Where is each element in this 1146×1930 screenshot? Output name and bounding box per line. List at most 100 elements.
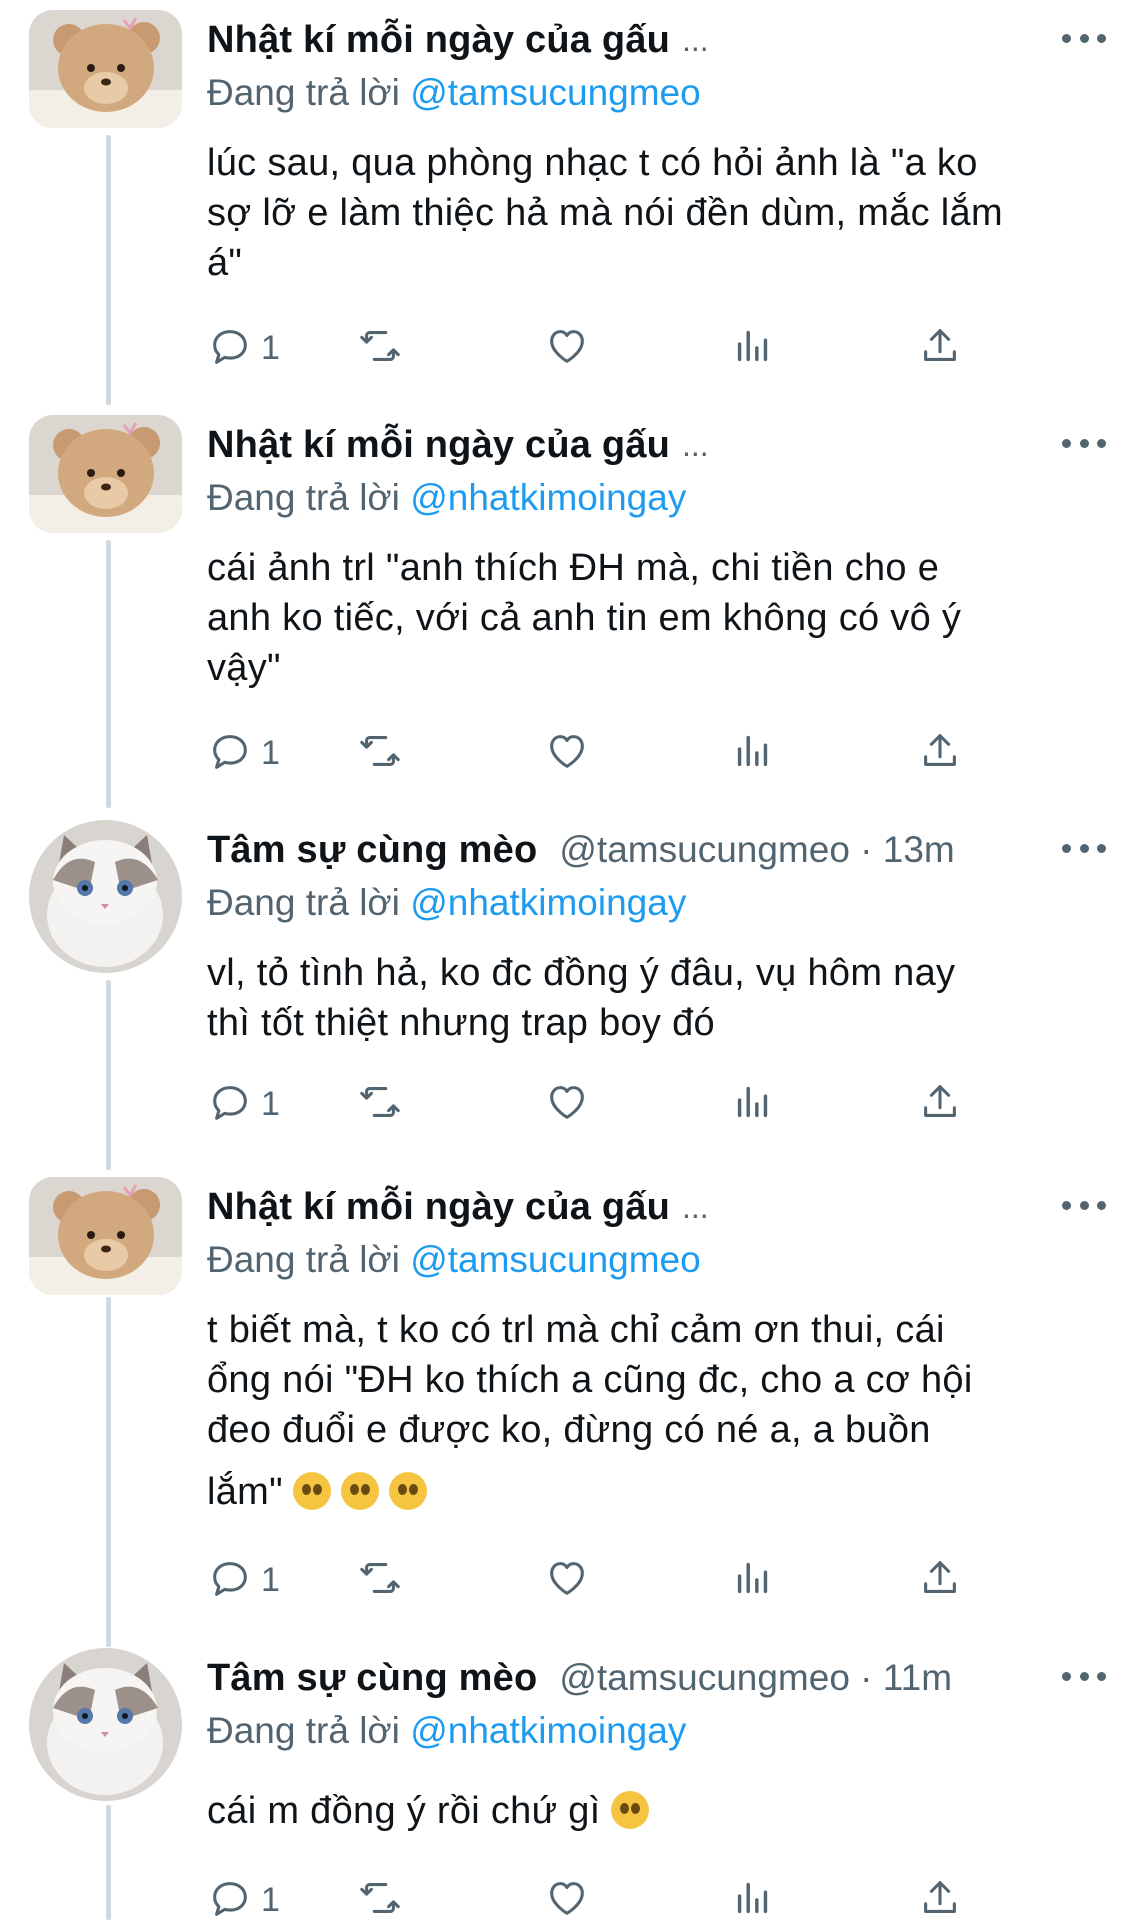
tweet-text: lúc sau, qua phòng nhạc t có hỏi ảnh là … [207,138,1107,288]
text-line: cái ảnh trl "anh thích ĐH mà, chi tiền c… [207,547,940,589]
retweet-button[interactable] [357,318,403,378]
analytics-icon [730,728,776,779]
text-line: thì tốt thiệt nhưng trap boy đó [207,1002,715,1044]
analytics-icon [730,323,776,374]
share-icon [917,1875,963,1926]
mention-link[interactable]: @nhatkimoingay [410,1710,686,1751]
replying-to: Đang trả lời @tamsucungmeo [207,72,701,114]
analytics-button[interactable] [730,1870,776,1930]
retweet-icon [357,1555,403,1606]
text-line-with-emoji: lắm" [207,1467,1107,1517]
retweet-button[interactable] [357,1870,403,1930]
replying-to: Đang trả lời @nhatkimoingay [207,477,686,519]
tweet-header: Nhật kí mỗi ngày của gấu ... [207,419,1106,471]
pleading-face-emoji [388,1472,427,1510]
analytics-button[interactable] [730,1074,776,1134]
more-options-icon[interactable] [1062,842,1106,854]
text-line: ổng nói "ĐH ko thích a cũng đc, cho a cơ… [207,1359,973,1401]
reply-icon [207,1555,253,1606]
display-name[interactable]: Tâm sự cùng mèo [207,829,537,872]
reply-count: 1 [261,1560,280,1599]
share-button[interactable] [917,1870,963,1930]
tweet-header: Tâm sự cùng mèo @tamsucungmeo · 13m [207,824,1106,876]
analytics-button[interactable] [730,318,776,378]
more-options-icon[interactable] [1062,1670,1106,1682]
replying-to-label: Đang trả lời [207,477,400,518]
reply-icon [207,1875,253,1926]
like-icon [544,323,590,374]
more-options-icon[interactable] [1062,437,1106,449]
share-button[interactable] [917,723,963,783]
handle-and-time[interactable]: @tamsucungmeo · 13m [559,829,954,871]
tweet[interactable]: Nhật kí mỗi ngày của gấu ... Đang trả lờ… [0,10,1146,390]
display-name[interactable]: Nhật kí mỗi ngày của gấu [207,1186,670,1229]
text-line: á" [207,242,243,284]
tweet-text: cái ảnh trl "anh thích ĐH mà, chi tiền c… [207,543,1107,693]
reply-button[interactable]: 1 [207,318,280,378]
tweet-text: vl, tỏ tình hả, ko đc đồng ý đâu, vụ hôm… [207,948,1107,1048]
tweet[interactable]: Tâm sự cùng mèo @tamsucungmeo · 11m Đang… [0,1648,1146,1920]
like-icon [544,1875,590,1926]
like-button[interactable] [544,723,590,783]
avatar[interactable] [29,1177,182,1295]
like-button[interactable] [544,1074,590,1134]
mention-link[interactable]: @nhatkimoingay [410,882,686,923]
share-button[interactable] [917,1074,963,1134]
avatar[interactable] [29,1648,182,1801]
display-name[interactable]: Nhật kí mỗi ngày của gấu [207,424,670,467]
text-line: lắm" [207,1471,283,1513]
reply-button[interactable]: 1 [207,1550,280,1610]
share-icon [917,323,963,374]
avatar[interactable] [29,820,182,973]
share-button[interactable] [917,318,963,378]
retweet-button[interactable] [357,723,403,783]
mention-link[interactable]: @nhatkimoingay [410,477,686,518]
like-icon [544,1555,590,1606]
reply-button[interactable]: 1 [207,723,280,783]
more-options-icon[interactable] [1062,32,1106,44]
action-bar: 1 [207,318,1027,378]
analytics-button[interactable] [730,1550,776,1610]
mention-link[interactable]: @tamsucungmeo [410,1239,701,1280]
tweet-text: cái m đồng ý rồi chứ gì [207,1786,1107,1836]
handle-and-time[interactable]: @tamsucungmeo · 11m [559,1657,952,1699]
text-line-with-emoji: cái m đồng ý rồi chứ gì [207,1786,1107,1836]
mention-link[interactable]: @tamsucungmeo [410,72,701,113]
analytics-icon [730,1875,776,1926]
like-button[interactable] [544,318,590,378]
tweet[interactable]: Nhật kí mỗi ngày của gấu ... Đang trả lờ… [0,415,1146,795]
replying-to-label: Đang trả lời [207,1710,400,1751]
text-line: vl, tỏ tình hả, ko đc đồng ý đâu, vụ hôm… [207,952,956,994]
replying-to-label: Đang trả lời [207,72,400,113]
analytics-button[interactable] [730,723,776,783]
reply-count: 1 [261,733,280,772]
tweet[interactable]: Tâm sự cùng mèo @tamsucungmeo · 13m Đang… [0,820,1146,1160]
text-line: anh ko tiếc, với cả anh tin em không có … [207,597,962,639]
pleading-face-emoji [292,1472,331,1510]
reply-icon [207,1079,253,1130]
avatar[interactable] [29,10,182,128]
like-icon [544,1079,590,1130]
reply-button[interactable]: 1 [207,1074,280,1134]
share-icon [917,728,963,779]
smiling-face-emoji [610,1791,649,1829]
share-button[interactable] [917,1550,963,1610]
action-bar: 1 [207,1074,1027,1134]
share-icon [917,1079,963,1130]
like-button[interactable] [544,1870,590,1930]
replying-to: Đang trả lời @nhatkimoingay [207,882,686,924]
name-ellipsis: ... [682,1188,709,1225]
retweet-button[interactable] [357,1074,403,1134]
reply-count: 1 [261,328,280,367]
reply-button[interactable]: 1 [207,1870,280,1930]
avatar[interactable] [29,415,182,533]
action-bar: 1 [207,1550,1027,1610]
tweet[interactable]: Nhật kí mỗi ngày của gấu ... Đang trả lờ… [0,1177,1146,1617]
retweet-icon [357,1079,403,1130]
like-button[interactable] [544,1550,590,1610]
display-name[interactable]: Nhật kí mỗi ngày của gấu [207,19,670,62]
more-options-icon[interactable] [1062,1199,1106,1211]
retweet-button[interactable] [357,1550,403,1610]
reply-icon [207,323,253,374]
display-name[interactable]: Tâm sự cùng mèo [207,1657,537,1700]
